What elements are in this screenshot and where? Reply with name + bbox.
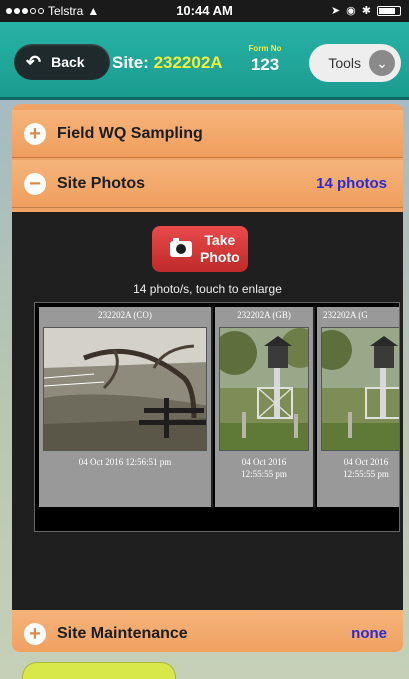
back-label: Back [51,54,85,70]
location-icon: ➤ [330,5,341,17]
back-arrow-icon: ↶ [26,52,42,72]
photo-count: 14 photos [316,175,387,192]
expand-plus-icon: + [24,622,46,645]
battery-icon [377,5,401,16]
photo-image [219,327,309,451]
form-number: 123 [250,55,280,74]
photo-date: 04 Oct 2016 12:56:51 pm [78,457,172,467]
status-icons: ➤ ◉ ✱ [331,4,401,17]
section-site-photos[interactable]: − Site Photos 14 photos [12,160,403,208]
section-label: Field WQ Sampling [57,124,203,142]
form-number-block: Form No 123 [242,44,288,75]
photo-title: 232202A (G [323,310,368,320]
alarm-icon: ◉ [346,5,356,17]
photo-gallery[interactable]: 232202A (CO) 04 Oct 2016 12:56:51 pm 232… [34,302,400,532]
app-screen: Telstra ▲ 10:44 AM ➤ ◉ ✱ ↶ Back Site: 23… [0,0,409,679]
photo-thumbnail[interactable]: 232202A (GB) 04 Oct 2016 12:55:55 pm [215,307,315,507]
photo-image [321,327,399,451]
form-content: + Field WQ Sampling − Site Photos 14 pho… [12,104,403,652]
site-number: 232202A [153,53,223,72]
take-photo-label: Take Photo [200,232,240,265]
site-prefix: Site: [112,53,154,72]
collapse-minus-icon: − [24,172,46,195]
chevron-down-icon: ⌄ [369,50,395,76]
form-label: Form No [248,44,282,53]
photo-thumbnail[interactable]: 232202A (G 04 Oct 2016 12:55:55 pm [317,307,399,507]
back-button[interactable]: ↶ Back [14,44,110,80]
expand-plus-icon: + [24,122,46,145]
site-title: Site: 232202A [112,53,223,73]
camera-icon [170,238,192,257]
bottom-action-button[interactable] [22,662,176,679]
photo-date: 04 Oct 2016 12:55:55 pm [241,457,287,479]
photo-thumbnail[interactable]: 232202A (CO) 04 Oct 2016 12:56:51 pm [39,307,213,507]
section-label: Site Maintenance [57,624,188,642]
tools-button[interactable]: Tools ⌄ [309,44,401,82]
photo-date: 04 Oct 2016 12:55:55 pm [343,457,389,479]
photo-image [43,327,207,451]
maintenance-count: none [351,625,387,642]
status-bar: Telstra ▲ 10:44 AM ➤ ◉ ✱ [0,0,409,22]
section-field-wq-sampling[interactable]: + Field WQ Sampling [12,110,403,158]
section-site-maintenance[interactable]: + Site Maintenance none [12,610,403,652]
photo-title: 232202A (CO) [98,310,152,320]
take-photo-button[interactable]: Take Photo [152,226,248,272]
photos-hint: 14 photo/s, touch to enlarge [133,282,282,296]
site-photos-panel: Take Photo 14 photo/s, touch to enlarge … [12,212,403,610]
tools-label: Tools [328,55,361,71]
section-label: Site Photos [57,174,146,192]
bluetooth-icon: ✱ [361,5,371,17]
app-header: ↶ Back Site: 232202A Form No 123 Tools ⌄ [0,22,409,100]
photo-title: 232202A (GB) [237,310,291,320]
